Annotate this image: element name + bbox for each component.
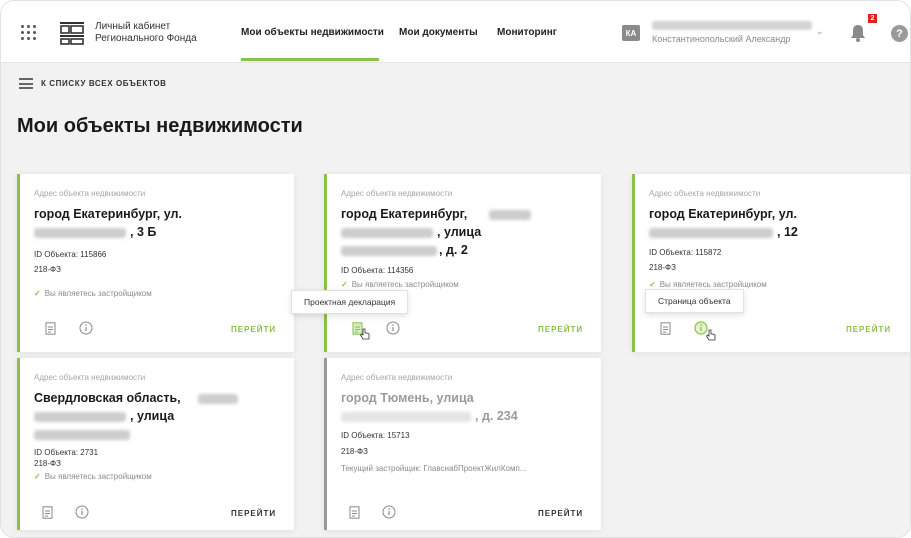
developer-status-text: Вы являетесь застройщиком	[351, 280, 459, 289]
brand-name: Личный кабинет Регионального Фонда	[95, 21, 197, 45]
check-icon: ✓	[649, 280, 656, 289]
active-nav-indicator	[241, 58, 379, 61]
address-label: Адрес объекта недвижимости	[649, 189, 761, 198]
check-icon: ✓	[34, 289, 41, 298]
info-icon[interactable]	[382, 505, 396, 519]
address-label: Адрес объекта недвижимости	[34, 189, 146, 198]
tooltip: Проектная декларация	[291, 290, 409, 314]
object-id: ID Объекта: 115872	[649, 248, 722, 257]
law-ref: 218-ФЗ	[649, 263, 676, 272]
info-icon[interactable]	[386, 321, 400, 335]
object-id: ID Объекта: 114356	[341, 266, 414, 275]
address-label: Адрес объекта недвижимости	[341, 189, 453, 198]
go-button[interactable]: ПЕРЕЙТИ	[538, 509, 583, 518]
address-line-1: город Екатеринбург, ул.	[649, 207, 797, 221]
check-icon: ✓	[34, 472, 41, 481]
property-card[interactable]: Адрес объекта недвижимости город Екатери…	[17, 174, 294, 352]
property-card[interactable]: Адрес объекта недвижимости город Тюмень,…	[324, 358, 601, 530]
address-label: Адрес объекта недвижимости	[34, 373, 146, 382]
address-redacted	[341, 228, 433, 238]
developer-status: ✓ Вы являетесь застройщиком	[34, 472, 152, 481]
brand-line-1: Личный кабинет	[95, 21, 171, 32]
address-redacted	[34, 430, 130, 440]
current-developer: Текущий застройщик: ГлавснабПроектЖилКом…	[341, 464, 527, 473]
brand-line-2: Регионального Фонда	[95, 33, 197, 44]
nav-monitoring[interactable]: Мониторинг	[497, 1, 557, 63]
app-window: Личный кабинет Регионального Фонда Мои о…	[0, 0, 911, 538]
document-icon[interactable]	[659, 322, 672, 335]
go-button[interactable]: ПЕРЕЙТИ	[231, 325, 276, 334]
developer-status-text: Вы являетесь застройщиком	[44, 472, 152, 481]
info-icon[interactable]	[79, 321, 93, 335]
tooltip: Страница объекта	[645, 289, 744, 313]
apps-grid-icon[interactable]	[21, 25, 37, 41]
chevron-down-icon[interactable]: ⌄	[816, 26, 824, 37]
object-id: ID Объекта: 2731	[34, 448, 99, 457]
address-redacted	[649, 228, 773, 238]
back-label: К СПИСКУ ВСЕХ ОБЪЕКТОВ	[41, 79, 167, 88]
address-redacted	[34, 412, 126, 422]
document-icon[interactable]	[41, 506, 54, 519]
law-ref: 218-ФЗ	[34, 459, 61, 468]
logo-icon[interactable]	[59, 20, 85, 46]
address-line-1: город Екатеринбург, ул.	[34, 207, 182, 221]
address-line-2: , улица	[130, 409, 175, 423]
address-redacted	[341, 246, 437, 256]
address-redacted	[198, 394, 238, 404]
address-line-3: , д. 2	[439, 243, 468, 257]
bell-icon[interactable]	[849, 23, 867, 43]
law-ref: 218-ФЗ	[34, 265, 61, 274]
address-line-2: , улица	[437, 225, 482, 239]
go-button[interactable]: ПЕРЕЙТИ	[231, 509, 276, 518]
hand-cursor-icon	[359, 328, 370, 340]
go-button[interactable]: ПЕРЕЙТИ	[846, 325, 891, 334]
address-redacted	[341, 412, 471, 422]
help-icon[interactable]: ?	[891, 25, 908, 42]
developer-status: ✓ Вы являетесь застройщиком	[649, 280, 767, 289]
user-org-redacted	[652, 21, 812, 30]
go-button[interactable]: ПЕРЕЙТИ	[538, 325, 583, 334]
notification-badge: 2	[868, 14, 877, 23]
developer-status-text: Вы являетесь застройщиком	[659, 280, 767, 289]
list-icon	[19, 78, 33, 89]
address-line-1: город Тюмень, улица	[341, 391, 474, 405]
hand-cursor-icon	[705, 329, 716, 341]
object-id: ID Объекта: 115866	[34, 250, 107, 259]
nav-my-documents[interactable]: Мои документы	[399, 1, 478, 63]
top-bar: Личный кабинет Регионального Фонда Мои о…	[1, 1, 910, 63]
check-icon: ✓	[341, 280, 348, 289]
address-redacted	[489, 210, 531, 220]
law-ref: 218-ФЗ	[341, 447, 368, 456]
document-icon[interactable]	[44, 322, 57, 335]
back-to-list-link[interactable]: К СПИСКУ ВСЕХ ОБЪЕКТОВ	[19, 78, 167, 89]
property-card[interactable]: Адрес объекта недвижимости город Екатери…	[632, 174, 910, 352]
developer-status-text: Вы являетесь застройщиком	[44, 289, 152, 298]
address-line-1: Свердловская область,	[34, 391, 181, 405]
developer-status: ✓ Вы являетесь застройщиком	[341, 280, 459, 289]
address-line-2: , д. 234	[475, 409, 518, 423]
address-line-2: , 3 Б	[130, 225, 157, 239]
address-redacted	[34, 228, 126, 238]
object-id: ID Объекта: 15713	[341, 431, 410, 440]
address-line-1: город Екатеринбург,	[341, 207, 468, 221]
info-icon[interactable]	[75, 505, 89, 519]
developer-status: ✓ Вы являетесь застройщиком	[34, 289, 152, 298]
document-icon[interactable]	[348, 506, 361, 519]
address-line-2: , 12	[777, 225, 798, 239]
avatar[interactable]: КА	[622, 25, 640, 41]
page-title: Мои объекты недвижимости	[17, 115, 303, 137]
nav-my-properties[interactable]: Мои объекты недвижимости	[241, 1, 384, 63]
property-card[interactable]: Адрес объекта недвижимости город Екатери…	[324, 174, 601, 352]
property-card[interactable]: Адрес объекта недвижимости Свердловская …	[17, 358, 294, 530]
user-name[interactable]: Константинопольский Александр	[652, 34, 791, 44]
address-label: Адрес объекта недвижимости	[341, 373, 453, 382]
